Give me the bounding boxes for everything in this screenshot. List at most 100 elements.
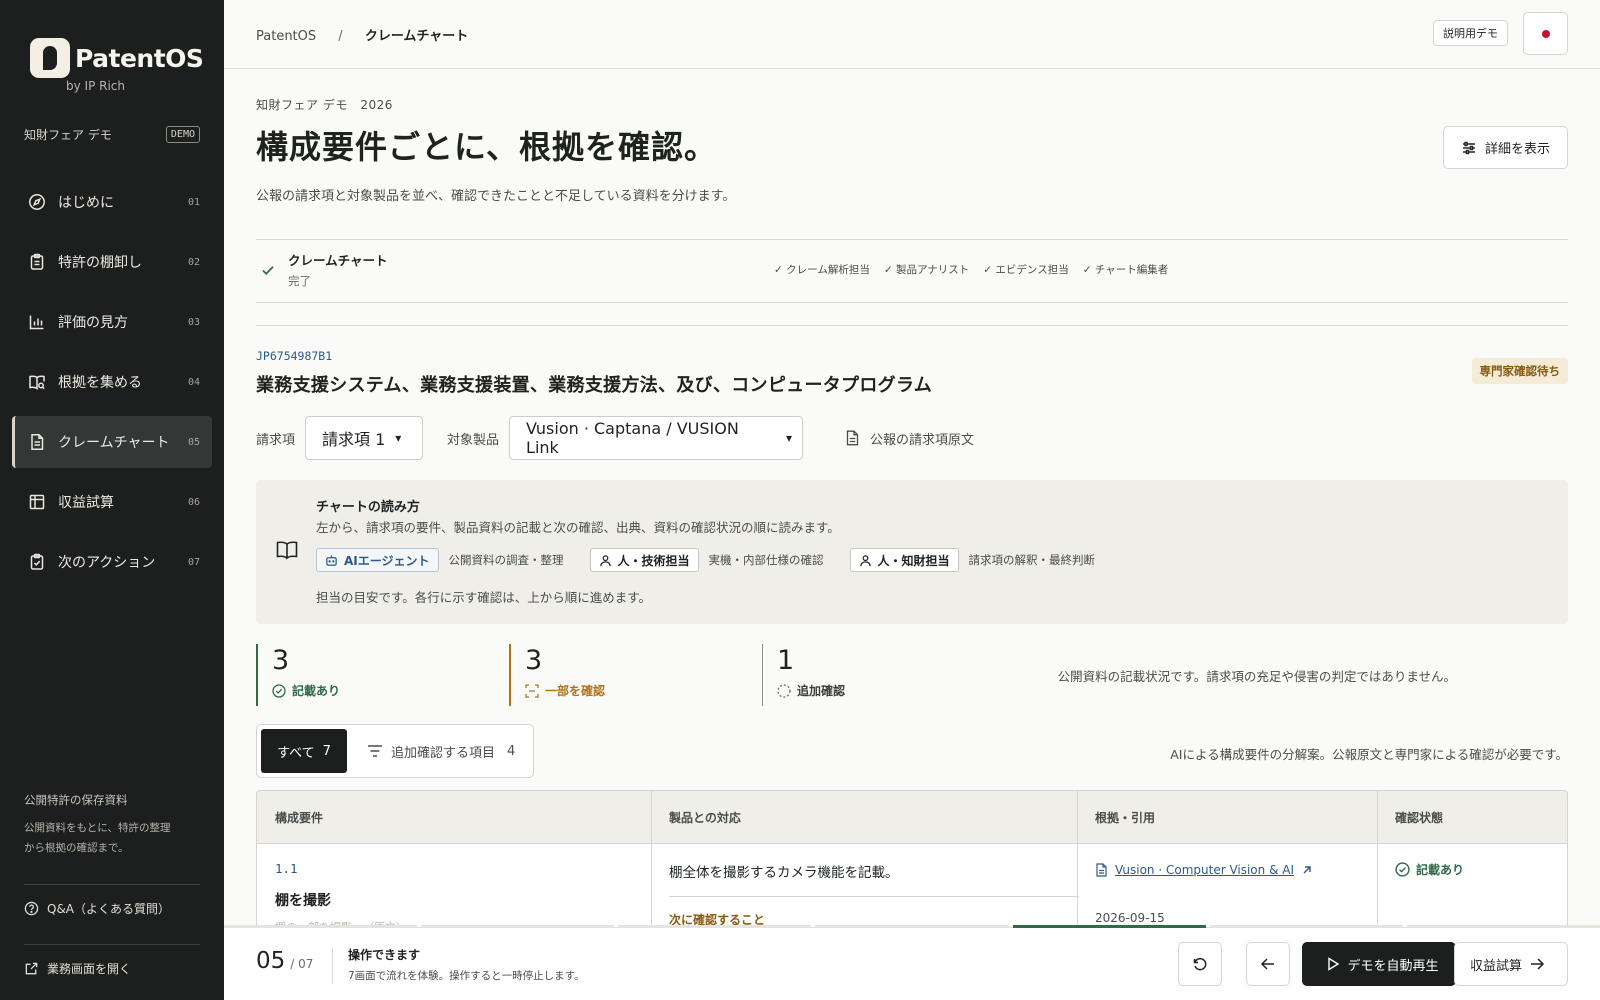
sidebar-item-intro[interactable]: はじめに 01 — [12, 176, 212, 228]
sidebar-item-number: 07 — [188, 557, 200, 568]
previous-button[interactable] — [1246, 942, 1290, 986]
show-details-button[interactable]: 詳細を表示 — [1443, 126, 1568, 169]
clipboard-icon — [28, 253, 46, 271]
step-total: / 07 — [290, 957, 313, 971]
claim-select-label: 請求項 — [256, 429, 295, 448]
chevron-down-icon: ▾ — [786, 431, 792, 445]
compass-icon — [28, 193, 46, 211]
ip-person-chip: 人・知財担当 — [850, 548, 959, 572]
status-state: 完了 — [288, 273, 311, 289]
sidebar: PatentOS by IP Rich 知財フェア デモ DEMO はじめに 0… — [0, 0, 224, 1000]
stat-partial: 3 一部を確認 — [509, 644, 605, 706]
open-app-link[interactable]: 業務画面を開く — [24, 960, 131, 977]
chart-guide: チャートの読み方 左から、請求項の要件、製品資料の記載と次の確認、出典、資料の確… — [256, 480, 1568, 624]
help-circle-icon — [24, 901, 39, 916]
sidebar-item-evaluation[interactable]: 評価の見方 03 — [12, 296, 212, 348]
product-select[interactable]: Vusion · Captana / VUSION Link ▾ — [509, 416, 803, 460]
chip-description: 実機・内部仕様の確認 — [709, 552, 824, 568]
open-app-label: 業務画面を開く — [47, 960, 131, 977]
sidebar-item-label: 根拠を集める — [58, 372, 188, 392]
page-eyebrow: 知財フェア デモ 2026 — [256, 96, 393, 113]
chip-label: 人・技術担当 — [618, 552, 690, 569]
sidebar-item-inventory[interactable]: 特許の棚卸し 02 — [12, 236, 212, 288]
claim-source-link[interactable]: 公報の請求項原文 — [845, 429, 974, 448]
breadcrumb-separator: / — [338, 29, 342, 44]
next-step-label: 収益試算 — [1470, 955, 1522, 974]
step-counter: 05 / 07 — [256, 948, 313, 974]
sidebar-item-label: クレームチャート — [58, 432, 188, 452]
progress-segment — [421, 925, 614, 928]
sidebar-item-evidence[interactable]: 根拠を集める 04 — [12, 356, 212, 408]
autoplay-label: デモを自動再生 — [1347, 955, 1438, 974]
stat-label-text: 追加確認 — [797, 682, 845, 699]
sidebar-nav: はじめに 01 特許の棚卸し 02 評価の見方 03 根拠を集める 04 — [12, 176, 212, 596]
check-circle-icon — [272, 684, 286, 698]
tab-needs-check[interactable]: 追加確認する項目 4 — [367, 729, 515, 773]
clipboard-check-icon — [28, 553, 46, 571]
chip-label: AIエージェント — [344, 552, 430, 569]
language-toggle-button[interactable] — [1523, 12, 1568, 55]
workspace-name: 知財フェア デモ — [24, 126, 112, 143]
rotate-ccw-icon — [1192, 956, 1208, 972]
breadcrumb-root[interactable]: PatentOS — [256, 29, 316, 44]
sidebar-item-label: 特許の棚卸し — [58, 252, 188, 272]
workflow-status: クレームチャート 完了 クレーム解析担当 製品アナリスト エビデンス担当 チャー… — [256, 239, 1568, 303]
sidebar-item-next-actions[interactable]: 次のアクション 07 — [12, 536, 212, 588]
archive-title: 公開特許の保存資料 — [24, 792, 128, 808]
restart-button[interactable] — [1178, 942, 1222, 986]
show-details-label: 詳細を表示 — [1485, 138, 1550, 157]
chip-description: 公開資料の調査・整理 — [449, 552, 564, 568]
step-current: 05 — [256, 948, 285, 974]
guide-roles: AIエージェント 公開資料の調査・整理 人・技術担当 実機・内部仕様の確認 人・… — [316, 548, 1121, 572]
autoplay-button[interactable]: デモを自動再生 — [1302, 942, 1456, 986]
patent-number: JP6754987B1 — [256, 349, 332, 363]
document-icon — [845, 430, 860, 446]
qa-link[interactable]: Q&A（よくある質問） — [24, 900, 170, 917]
chip-description: 請求項の解釈・最終判断 — [969, 552, 1096, 568]
next-step-button[interactable]: 収益試算 — [1454, 942, 1568, 986]
sidebar-item-label: 次のアクション — [58, 552, 188, 572]
brand-logo[interactable]: PatentOS — [30, 38, 203, 78]
evidence-link[interactable]: Vusion · Computer Vision & AI — [1095, 863, 1319, 877]
stats-disclaimer: 公開資料の記載状況です。請求項の充足や侵害の判定ではありません。 — [1058, 666, 1456, 685]
document-icon — [1095, 863, 1108, 877]
sidebar-item-revenue[interactable]: 収益試算 06 — [12, 476, 212, 528]
breadcrumb: PatentOS / クレームチャート — [256, 25, 468, 44]
arrow-right-icon — [1529, 956, 1545, 972]
sidebar-item-label: 収益試算 — [58, 492, 188, 512]
tab-all[interactable]: すべて 7 — [261, 729, 347, 773]
claim-select[interactable]: 請求項 1 ▾ — [305, 416, 423, 460]
column-header: 構成要件 — [257, 791, 323, 844]
role-item: 製品アナリスト — [884, 262, 969, 277]
ai-agent-chip: AIエージェント — [316, 548, 439, 572]
expert-review-badge: 専門家確認待ち — [1472, 358, 1569, 384]
progress-segment — [224, 925, 417, 928]
column-header: 製品との対応 — [651, 791, 741, 844]
chevron-down-icon: ▾ — [395, 431, 401, 445]
table-icon — [28, 493, 46, 511]
stat-label-text: 一部を確認 — [545, 682, 605, 699]
sidebar-item-claim-chart[interactable]: クレームチャート 05 — [12, 416, 212, 468]
stat-value: 3 — [272, 644, 340, 678]
chip-label: 人・知財担当 — [878, 552, 950, 569]
breadcrumb-current: クレームチャート — [365, 29, 468, 44]
role-item: クレーム解析担当 — [774, 262, 870, 277]
open-book-icon — [276, 540, 298, 560]
footer-divider — [332, 948, 333, 984]
sliders-icon — [1461, 140, 1477, 156]
workspace-switcher[interactable]: 知財フェア デモ DEMO — [24, 126, 200, 143]
book-search-icon — [28, 373, 46, 391]
page-subtitle: 公報の請求項と対象製品を並べ、確認できたことと不足している資料を分けます。 — [256, 185, 735, 204]
sidebar-item-number: 06 — [188, 497, 200, 508]
stat-label: 一部を確認 — [525, 682, 605, 699]
sidebar-item-number: 02 — [188, 257, 200, 268]
progress-segment — [1407, 925, 1600, 928]
explainer-demo-button[interactable]: 説明用デモ — [1433, 20, 1508, 46]
user-icon — [599, 554, 612, 567]
dashed-circle-icon — [777, 684, 791, 698]
guide-description: 左から、請求項の要件、製品資料の記載と次の確認、出典、資料の確認状況の順に読みま… — [316, 517, 840, 536]
product-select-value: Vusion · Captana / VUSION Link — [526, 419, 776, 457]
column-header: 根拠・引用 — [1077, 791, 1155, 844]
guide-title: チャートの読み方 — [316, 496, 420, 515]
element-title: 棚を撮影 — [275, 890, 331, 910]
